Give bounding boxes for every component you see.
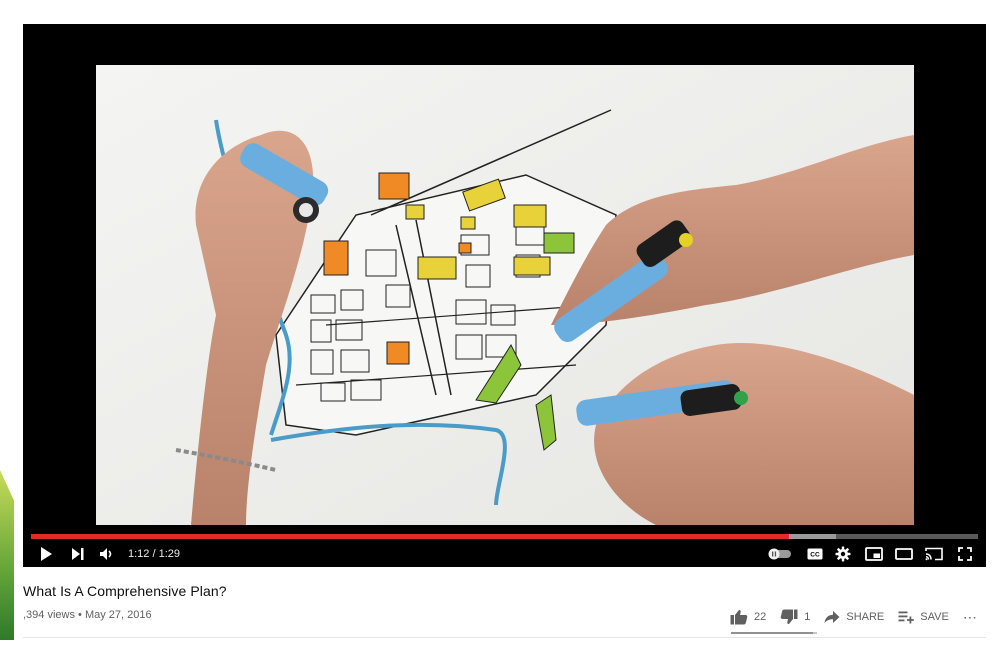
progress-played [31, 534, 789, 539]
dislike-button[interactable]: 1 [780, 609, 810, 625]
settings-icon[interactable] [833, 544, 853, 564]
share-icon [824, 611, 840, 623]
video-still-drawing [96, 65, 914, 525]
sentiment-bar [731, 632, 817, 634]
thumbs-up-icon [730, 609, 748, 625]
like-count: 22 [754, 611, 767, 623]
player-controls: 1:12 / 1:29 CC [23, 541, 986, 567]
video-title: What Is A Comprehensive Plan? [23, 583, 227, 599]
thumbs-down-icon [780, 609, 798, 625]
theater-icon[interactable] [893, 544, 915, 564]
save-label: SAVE [920, 611, 949, 623]
share-button[interactable]: SHARE [824, 610, 884, 624]
publish-date: May 27, 2016 [84, 609, 152, 621]
background-leaf-decoration [0, 470, 14, 640]
divider [23, 637, 986, 638]
share-label: SHARE [846, 611, 885, 623]
more-icon: ⋯ [962, 608, 977, 625]
video-player[interactable]: 1:12 / 1:29 CC [23, 24, 986, 567]
dislike-count: 1 [804, 611, 811, 623]
miniplayer-icon[interactable] [863, 544, 885, 564]
autoplay-toggle-icon[interactable] [767, 544, 793, 564]
sentiment-like-fill [731, 632, 814, 634]
fullscreen-icon[interactable] [955, 544, 975, 564]
video-meta: ,394 views • May 27, 2016 [23, 609, 152, 621]
volume-icon[interactable] [97, 544, 117, 564]
playlist-add-icon [898, 611, 915, 624]
more-actions-button[interactable]: ⋯ [963, 609, 977, 626]
cast-icon[interactable] [923, 544, 945, 564]
save-button[interactable]: SAVE [898, 610, 949, 624]
time-display: 1:12 / 1:29 [128, 548, 180, 560]
play-icon[interactable] [37, 544, 55, 564]
captions-icon[interactable]: CC [805, 544, 825, 564]
like-button[interactable]: 22 [730, 609, 766, 625]
svg-text:CC: CC [810, 552, 820, 559]
meta-separator: • [78, 609, 82, 621]
view-count: ,394 views [23, 609, 75, 621]
video-actions: 22 1 SHARE SAVE ⋯ [730, 605, 977, 629]
progress-bar[interactable] [31, 534, 978, 539]
next-icon[interactable] [69, 544, 87, 564]
video-frame[interactable] [96, 65, 914, 525]
